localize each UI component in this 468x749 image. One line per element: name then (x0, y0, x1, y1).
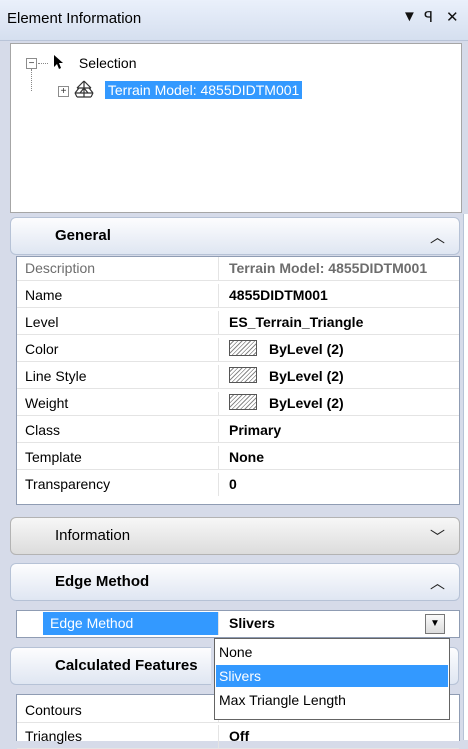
property-row-description[interactable]: Description Terrain Model: 4855DIDTM001 (17, 257, 459, 281)
dropdown-arrow-button[interactable]: ▼ (425, 614, 445, 634)
property-row-name[interactable]: Name 4855DIDTM001 (17, 284, 459, 308)
section-calculated-features-header[interactable]: Calculated Features (10, 647, 211, 685)
expand-toggle-icon[interactable]: + (58, 86, 69, 97)
property-value: 4855DIDTM001 (229, 287, 328, 303)
collapse-toggle-icon[interactable]: − (26, 58, 37, 69)
chevron-up-icon[interactable]: ︿ (430, 572, 445, 593)
edge-method-select-value[interactable]: Slivers (229, 612, 275, 635)
selection-tree: − Selection + Terrain Model: 4855DIDTM00… (10, 43, 462, 213)
property-name: Line Style (17, 365, 219, 388)
property-value: Primary (229, 422, 282, 438)
property-row-level[interactable]: Level ES_Terrain_Triangle (17, 311, 459, 335)
edge-method-dropdown-list: None Slivers Max Triangle Length (214, 638, 450, 720)
property-name: Level (17, 311, 219, 334)
close-icon[interactable]: ✕ (446, 8, 468, 26)
property-value: ES_Terrain_Triangle (229, 314, 364, 330)
panel-menu-dropdown-icon[interactable]: ▼ (402, 8, 417, 25)
section-general-header[interactable]: General ︿ (10, 217, 460, 255)
property-name: Edge Method (43, 612, 219, 635)
property-name: Transparency (17, 473, 219, 496)
property-row-edge-method[interactable]: Edge Method Slivers (17, 612, 459, 635)
property-row-color[interactable]: Color ByLevel (2) (17, 338, 459, 362)
property-name: Description (17, 257, 219, 280)
property-name: Class (17, 419, 219, 442)
tree-item-label: Terrain Model: 4855DIDTM001 (104, 81, 303, 99)
property-value: 0 (229, 476, 237, 492)
panel-title: Element Information (7, 10, 142, 27)
section-edge-method-header[interactable]: Edge Method ︿ (10, 563, 460, 601)
pin-icon[interactable]: ꟼ (424, 8, 433, 26)
property-row-triangles[interactable]: Triangles Off (17, 725, 459, 749)
property-name: Color (17, 338, 219, 361)
edge-method-property-grid: Edge Method Slivers (16, 610, 460, 638)
property-row-class[interactable]: Class Primary (17, 419, 459, 443)
general-property-grid: Description Terrain Model: 4855DIDTM001 … (16, 256, 460, 505)
panel-title-bar: Element Information ▼ ꟼ ✕ (0, 0, 468, 41)
dropdown-option-slivers[interactable]: Slivers (216, 665, 448, 687)
property-value: Off (229, 728, 250, 744)
property-value: ByLevel (2) (269, 368, 344, 384)
property-name: Contours (17, 699, 219, 722)
property-name: Name (17, 284, 219, 307)
chevron-down-icon[interactable]: ﹀ (430, 526, 445, 547)
property-value: ByLevel (2) (269, 341, 344, 357)
property-row-line-style[interactable]: Line Style ByLevel (2) (17, 365, 459, 389)
line-style-swatch-icon (229, 367, 257, 383)
property-row-template[interactable]: Template None (17, 446, 459, 470)
property-name: Template (17, 446, 219, 469)
section-information-title: Information (55, 527, 131, 544)
arrow-pointer-icon (54, 55, 63, 69)
terrain-model-icon (74, 80, 94, 98)
chevron-up-icon[interactable]: ︿ (430, 226, 445, 247)
tree-item-terrain-model[interactable]: Terrain Model: 4855DIDTM001 (73, 80, 303, 99)
dropdown-option-max-triangle-length[interactable]: Max Triangle Length (216, 689, 448, 711)
section-general-title: General (55, 227, 111, 244)
line-style-swatch-icon (229, 340, 257, 356)
dropdown-option-none[interactable]: None (216, 641, 448, 663)
property-value: Terrain Model: 4855DIDTM001 (229, 260, 428, 276)
tree-root[interactable]: Selection (51, 54, 136, 71)
property-name: Weight (17, 392, 219, 415)
section-edge-method-title: Edge Method (55, 573, 150, 590)
panel-scrollbar-edge[interactable] (463, 214, 468, 740)
property-value: ByLevel (2) (269, 395, 344, 411)
section-information-header[interactable]: Information ﹀ (10, 517, 460, 555)
tree-root-label: Selection (78, 55, 137, 71)
property-row-weight[interactable]: Weight ByLevel (2) (17, 392, 459, 416)
line-style-swatch-icon (229, 394, 257, 410)
property-row-transparency[interactable]: Transparency 0 (17, 473, 459, 496)
property-name: Triangles (17, 725, 219, 748)
property-value: None (229, 449, 264, 465)
section-calculated-features-title: Calculated Features (55, 657, 198, 674)
